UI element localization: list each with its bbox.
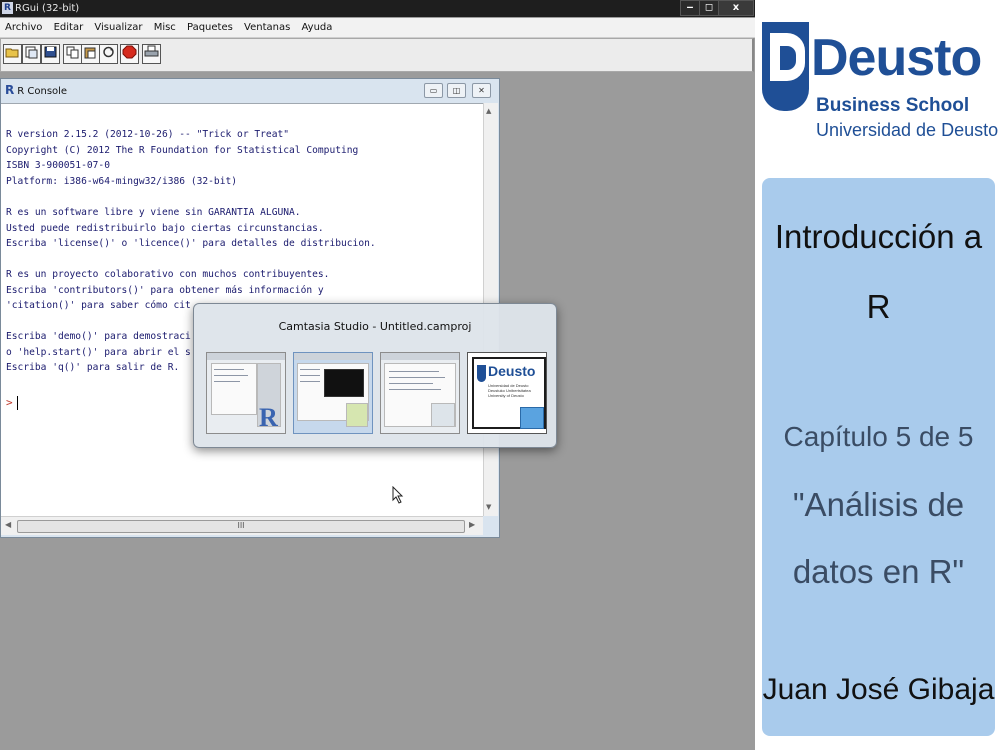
chapter-subtitle-line2: datos en R" — [792, 553, 965, 590]
horizontal-scroll-thumb[interactable]: III — [17, 520, 465, 533]
rgui-application: R RGui (32-bit) ‒ ◻ x Archivo Editar Vis… — [0, 0, 755, 750]
r-logo-icon: R — [259, 403, 278, 432]
scroll-left-arrow-icon[interactable]: ◀ — [5, 520, 11, 529]
deusto-slide-panel: Deusto Business School Universidad de De… — [755, 0, 1000, 750]
deusto-mini-shield-icon — [477, 365, 486, 382]
author-name: Juan José Gibaja — [762, 673, 995, 706]
console-restore-button[interactable]: ◫ — [447, 83, 466, 98]
console-banner-help: Escriba 'demo()' para demostraci o 'help… — [6, 331, 191, 373]
console-prompt: > — [6, 396, 13, 409]
window-title: RGui (32-bit) — [15, 3, 80, 14]
course-title-card: Introducción a R Capítulo 5 de 5 "Anális… — [762, 178, 995, 736]
mouse-cursor-icon — [392, 486, 404, 504]
console-title: RR Console — [5, 83, 68, 97]
deusto-d-inner — [780, 46, 796, 70]
menu-ventanas[interactable]: Ventanas — [244, 22, 290, 33]
menu-ayuda[interactable]: Ayuda — [302, 22, 333, 33]
print-icon[interactable] — [142, 44, 161, 64]
deusto-mini-caption: Universidad de Deusto Deustuko Unibertsi… — [488, 383, 531, 398]
console-banner-version: R version 2.15.2 (2012-10-26) -- "Trick … — [6, 129, 359, 187]
menu-bar: Archivo Editar Visualizar Misc Paquetes … — [0, 18, 755, 38]
minimize-button[interactable]: ‒ — [680, 0, 700, 16]
horizontal-scrollbar[interactable]: ◀ III ▶ — [1, 516, 483, 535]
course-title-line1: Introducción a — [774, 218, 983, 255]
toolbar — [0, 38, 754, 72]
console-banner-license: R es un software libre y viene sin GARAN… — [6, 207, 376, 249]
scroll-up-arrow-icon[interactable]: ▲ — [486, 107, 491, 115]
copy-paste-icon[interactable] — [99, 44, 118, 64]
menu-paquetes[interactable]: Paquetes — [187, 22, 233, 33]
console-minimize-button[interactable]: ▭ — [424, 83, 443, 98]
scroll-right-arrow-icon[interactable]: ▶ — [469, 520, 475, 529]
deusto-logo-word: Deusto — [811, 29, 982, 87]
deusto-university-name: Universidad de Deusto — [816, 120, 999, 140]
load-workspace-icon[interactable] — [22, 44, 41, 64]
deusto-mini-logo: Deusto — [488, 363, 536, 379]
r-console-icon: R — [5, 83, 15, 97]
close-button[interactable]: x — [718, 0, 754, 16]
chapter-subtitle-line1: "Análisis de — [792, 486, 965, 523]
menu-archivo[interactable]: Archivo — [5, 22, 42, 33]
copy-icon[interactable] — [63, 44, 82, 64]
menu-visualizar[interactable]: Visualizar — [94, 22, 142, 33]
save-workspace-icon[interactable] — [41, 44, 60, 64]
stop-icon[interactable] — [120, 44, 139, 64]
switcher-thumb-camtasia[interactable] — [293, 352, 373, 434]
switcher-thumb-document[interactable] — [380, 352, 460, 434]
console-close-button[interactable]: ✕ — [472, 83, 491, 98]
title-bar: R RGui (32-bit) ‒ ◻ x — [0, 0, 755, 17]
text-caret — [17, 396, 18, 410]
switcher-thumb-deusto-slide[interactable]: Deusto Universidad de Deusto Deustuko Un… — [467, 352, 547, 434]
window-switcher: Camtasia Studio - Untitled.camproj R Deu… — [193, 303, 557, 448]
monitor-icon — [520, 407, 544, 429]
r-app-icon: R — [2, 2, 13, 14]
open-script-icon[interactable] — [3, 44, 22, 64]
course-title-line2: R — [866, 288, 891, 325]
switcher-title: Camtasia Studio - Untitled.camproj — [278, 320, 472, 333]
menu-editar[interactable]: Editar — [54, 22, 84, 33]
menu-misc[interactable]: Misc — [154, 22, 176, 33]
paste-icon[interactable] — [81, 44, 100, 64]
deusto-business-school: Business School — [816, 95, 970, 116]
chapter-label: Capítulo 5 de 5 — [783, 421, 974, 452]
switcher-thumb-rgui[interactable]: R — [206, 352, 286, 434]
scroll-down-arrow-icon[interactable]: ▼ — [486, 503, 491, 511]
maximize-button[interactable]: ◻ — [699, 0, 719, 16]
